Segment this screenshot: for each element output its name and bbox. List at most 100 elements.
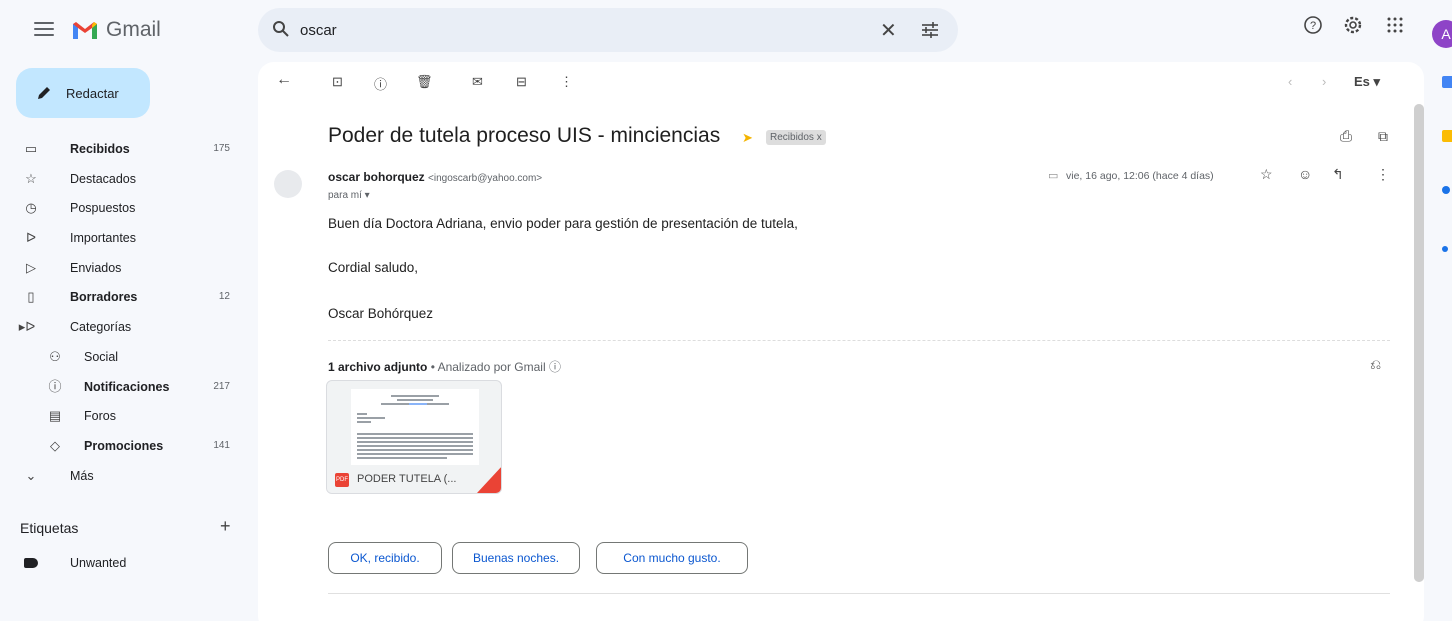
reply-icon[interactable]: ↰ (1332, 166, 1344, 183)
folder-chip[interactable]: Recibidos x (766, 130, 826, 145)
sidebar-item-forums[interactable]: ▤ Foros (0, 401, 248, 431)
sidebar-item-promotions[interactable]: ◇ Promociones 141 (0, 431, 248, 461)
tasks-icon[interactable] (1442, 186, 1450, 194)
sidebar-item-updates[interactable]: ⓘ Notificaciones 217 (0, 372, 248, 402)
message-pane: ← ⊡ ⓘ 🗑︎ ✉ ⊟ ⋮ ‹ › Es ▾ Poder de tutela … (258, 62, 1424, 621)
contacts-icon[interactable] (1442, 246, 1448, 252)
sidebar-item-label: Borradores (70, 290, 138, 305)
apps-grid-icon[interactable] (1384, 14, 1406, 36)
sidebar-item-sent[interactable]: ▷ Enviados (0, 253, 248, 283)
updates-count: 217 (213, 380, 230, 392)
body-line: Oscar Bohórquez (328, 306, 434, 321)
back-arrow-icon[interactable]: ← (276, 71, 292, 89)
attachment-card[interactable]: PDF PODER TUTELA (... (326, 380, 502, 494)
gmail-m-icon (73, 22, 97, 39)
search-icon[interactable] (272, 20, 290, 38)
forum-icon: ▤ (48, 408, 62, 424)
sidebar-item-important[interactable]: ᐅ Importantes (0, 223, 248, 253)
gmail-logo[interactable]: Gmail (72, 18, 161, 42)
labels-heading: Etiquetas (20, 520, 79, 536)
draft-icon: ▯ (27, 289, 35, 305)
promotions-count: 141 (213, 439, 230, 451)
attachments-header: 1 archivo adjunto • Analizado por Gmail … (328, 358, 561, 375)
sidebar: ▭ Recibidos 175 ☆ Destacados ◷ Pospuesto… (0, 134, 248, 490)
sender-line: oscar bohorquez <ingoscarb@yahoo.com> (328, 170, 542, 184)
pencil-icon (38, 87, 50, 99)
sidebar-item-label: Más (70, 468, 94, 483)
search-bar[interactable]: oscar ✕ (258, 8, 958, 52)
report-spam-icon[interactable]: ⓘ (374, 74, 387, 93)
smart-reply-button[interactable]: Con mucho gusto. (596, 542, 748, 574)
scrollbar[interactable] (1414, 104, 1424, 582)
clock-icon: ◷ (25, 200, 37, 216)
newer-chevron-icon[interactable]: ‹ (1288, 74, 1292, 89)
search-options-icon[interactable] (920, 20, 940, 40)
sidebar-item-snoozed[interactable]: ◷ Pospuestos (0, 193, 248, 223)
sender-avatar[interactable] (274, 170, 302, 198)
move-to-icon[interactable]: ⊟ (516, 74, 527, 90)
tag-icon: ◇ (50, 437, 60, 453)
more-options-icon[interactable]: ⋮ (560, 74, 573, 90)
sender-email: <ingoscarb@yahoo.com> (428, 173, 543, 184)
language-selector[interactable]: Es ▾ (1354, 74, 1380, 90)
main-menu-icon[interactable] (34, 22, 54, 38)
attachment-filename: PODER TUTELA (... (357, 473, 457, 485)
scrollbar-thumb[interactable] (1414, 104, 1424, 582)
compose-label: Redactar (66, 85, 119, 101)
body-line: Cordial saludo, (328, 260, 419, 275)
send-icon: ▷ (26, 259, 36, 275)
body-line: Buen día Doctora Adriana, envio poder pa… (328, 216, 798, 231)
label-icon: ▸ᐅ (18, 319, 36, 335)
sidebar-label-unwanted[interactable]: Unwanted (0, 552, 248, 574)
inbox-icon: ▭ (24, 141, 38, 156)
message-more-icon[interactable]: ⋮ (1376, 166, 1390, 183)
account-avatar[interactable]: A (1432, 20, 1452, 48)
sidebar-item-starred[interactable]: ☆ Destacados (0, 164, 248, 194)
svg-text:?: ? (1310, 20, 1316, 32)
search-input[interactable]: oscar (300, 22, 337, 39)
print-icon[interactable]: ⎙ (1340, 128, 1352, 145)
smart-reply-button[interactable]: OK, recibido. (328, 542, 442, 574)
add-label-icon[interactable]: + (220, 516, 231, 537)
attachment-count: 1 archivo adjunto (328, 360, 428, 374)
info-icon: ⓘ (48, 378, 62, 394)
sidebar-item-label: Notificaciones (84, 379, 170, 394)
help-icon[interactable]: ? (1302, 14, 1324, 36)
label-name: Unwanted (70, 556, 127, 570)
unread-count: 175 (213, 143, 230, 154)
document-preview-icon (357, 395, 473, 459)
open-new-window-icon[interactable]: ⧉ (1378, 128, 1388, 145)
older-chevron-icon[interactable]: › (1322, 74, 1326, 89)
important-icon: ᐅ (26, 230, 36, 246)
sidebar-item-drafts[interactable]: ▯ Borradores 12 (0, 282, 248, 312)
clear-search-icon[interactable]: ✕ (880, 18, 897, 43)
settings-gear-icon[interactable] (1342, 14, 1364, 36)
sidebar-item-label: Foros (84, 409, 116, 424)
smart-reply-button[interactable]: Buenas noches. (452, 542, 580, 574)
sidebar-item-label: Recibidos (70, 142, 130, 156)
pdf-preview-image (351, 389, 479, 469)
sidebar-item-more[interactable]: ⌄ Más (0, 461, 248, 491)
calendar-icon[interactable] (1442, 76, 1452, 88)
mark-unread-icon[interactable]: ✉ (472, 74, 483, 90)
delete-icon[interactable]: 🗑︎ (416, 74, 433, 90)
recipient-toggle[interactable]: para mí ▾ (328, 190, 370, 201)
sidebar-item-social[interactable]: ⚇ Social (0, 342, 248, 372)
people-icon: ⚇ (49, 348, 61, 364)
chevron-down-icon: ⌄ (25, 467, 37, 483)
label-tag-icon (24, 558, 38, 568)
sidebar-item-inbox[interactable]: ▭ Recibidos 175 (0, 134, 248, 164)
star-toggle-icon[interactable]: ☆ (1260, 166, 1273, 183)
emoji-reaction-icon[interactable]: ☺ (1298, 166, 1312, 182)
compose-button[interactable]: Redactar (16, 68, 150, 118)
add-to-drive-icon[interactable]: ⎌ (1370, 356, 1381, 373)
keep-icon[interactable] (1442, 130, 1452, 142)
archive-icon[interactable]: ⊡ (332, 74, 343, 90)
sidebar-item-categories[interactable]: ▸ᐅ Categorías (0, 312, 248, 342)
draft-count: 12 (218, 291, 230, 303)
star-icon: ☆ (25, 170, 37, 186)
importance-marker-icon[interactable]: ➤ (742, 130, 753, 146)
sender-name[interactable]: oscar bohorquez (328, 170, 425, 184)
sidebar-item-label: Importantes (70, 231, 137, 246)
sidebar-item-label: Social (84, 349, 119, 364)
